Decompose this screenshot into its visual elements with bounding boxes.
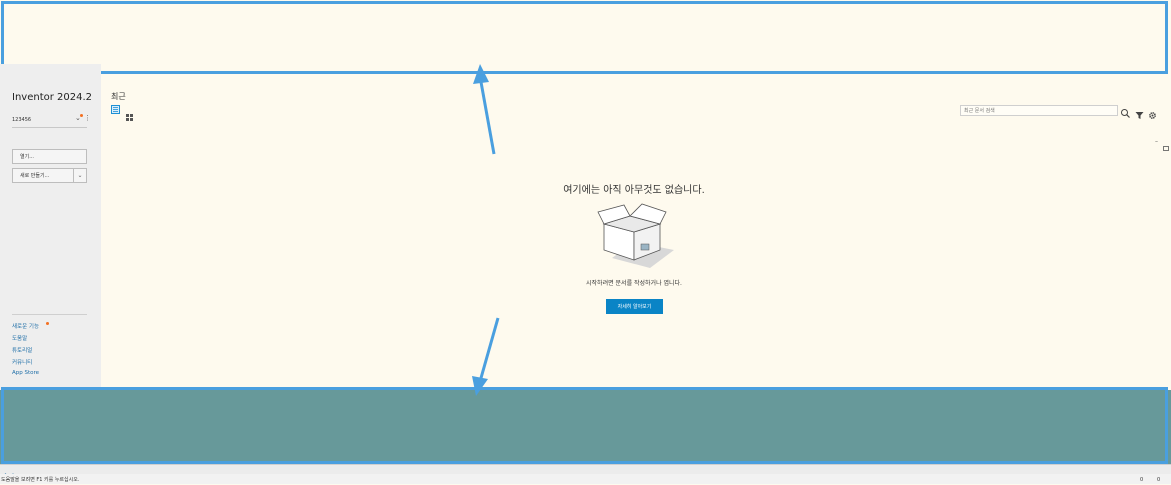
annotation-arrows — [472, 64, 500, 396]
status-count: 0 — [1140, 477, 1144, 483]
arrow-up — [479, 81, 496, 155]
status-text: 도움말을 보려면 F1 키를 누르십시오. — [1, 477, 80, 483]
arrow-down-head — [472, 376, 488, 396]
home-icon[interactable] — [2, 465, 9, 480]
status-bar — [0, 474, 1171, 484]
arrow-up-head — [473, 64, 489, 84]
document-tab-bar — [0, 464, 1171, 474]
arrow-down — [479, 317, 500, 379]
menu-icon[interactable] — [1161, 466, 1169, 481]
download-icon[interactable] — [10, 465, 16, 480]
status-count: 0 — [1157, 477, 1161, 483]
